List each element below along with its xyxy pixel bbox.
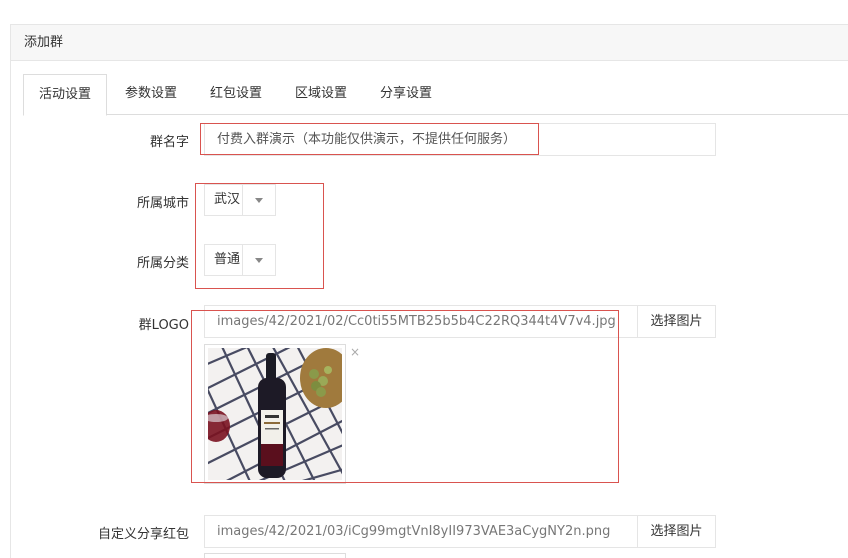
caret-down-icon [255,258,263,263]
city-select[interactable]: 武汉 [204,184,276,216]
logo-thumbnail [204,344,346,484]
logo-select-image-button[interactable]: 选择图片 [638,305,716,338]
city-label: 所属城市 [136,196,189,211]
category-label: 所属分类 [136,256,189,271]
share-packet-thumbnail-edge [204,553,346,558]
close-icon[interactable]: × [350,346,360,358]
share-packet-select-image-button[interactable]: 选择图片 [638,515,716,548]
category-select-value: 普通 [205,245,243,275]
panel-title: 添加群 [11,25,848,61]
group-name-label: 群名字 [149,135,189,150]
logo-label: 群LOGO [138,318,189,333]
logo-path-input[interactable]: images/42/2021/02/Cc0ti55MTB25b5b4C22RQ3… [204,305,638,338]
share-packet-path-input[interactable]: images/42/2021/03/iCg99mgtVnI8yII973VAE3… [204,515,638,548]
wine-bottle-image [208,348,342,480]
city-select-value: 武汉 [205,185,243,215]
tab-red-packet-settings[interactable]: 红包设置 [196,74,276,115]
tab-parameter-settings[interactable]: 参数设置 [111,74,191,115]
caret-down-icon [255,198,263,203]
group-name-input[interactable]: 付费入群演示（本功能仅供演示，不提供任何服务） [204,123,716,156]
share-packet-label: 自定义分享红包 [97,527,189,542]
tab-share-settings[interactable]: 分享设置 [366,74,446,115]
tab-bar: 活动设置 参数设置 红包设置 区域设置 分享设置 [23,74,848,116]
tab-region-settings[interactable]: 区域设置 [281,74,361,115]
tab-activity-settings[interactable]: 活动设置 [23,74,107,116]
category-select[interactable]: 普通 [204,244,276,276]
